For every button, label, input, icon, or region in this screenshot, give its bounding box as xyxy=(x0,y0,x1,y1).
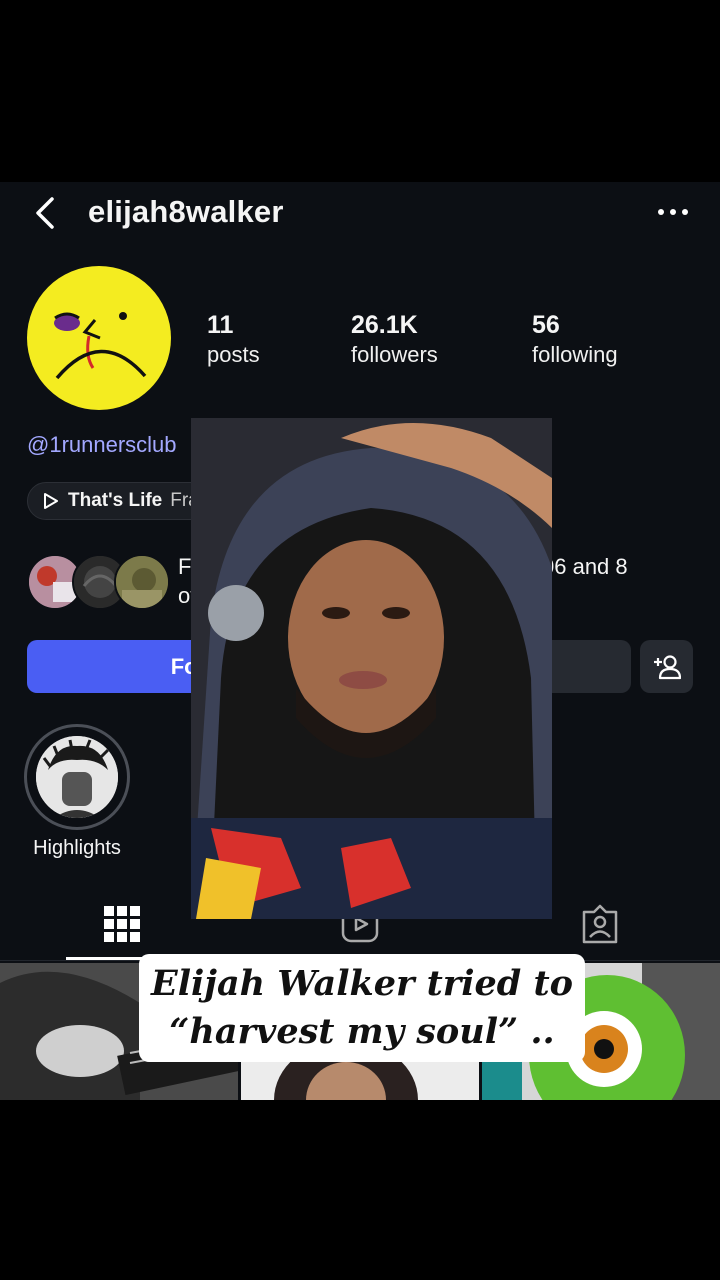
video-overlay xyxy=(191,418,552,919)
tagged-tab-icon[interactable] xyxy=(580,904,620,944)
followers-stat[interactable]: 26.1K followers xyxy=(351,310,438,370)
add-user-icon xyxy=(653,654,681,679)
highlight-label: Highlights xyxy=(33,837,121,859)
play-icon xyxy=(44,493,58,509)
followers-label: followers xyxy=(351,342,438,367)
grid-tab-icon[interactable] xyxy=(102,904,142,944)
mutual-avatar-image xyxy=(116,556,168,608)
posts-label: posts xyxy=(207,342,260,367)
more-options-icon[interactable] xyxy=(656,200,690,224)
caption-line-1: Elijah Walker tried to xyxy=(151,963,573,1004)
profile-link[interactable]: @1runnersclub xyxy=(27,432,177,458)
frowning-face-drawing xyxy=(54,312,147,380)
mutual-follower-avatar[interactable] xyxy=(114,554,170,610)
profile-avatar[interactable] xyxy=(27,266,171,410)
profile-username: elijah8walker xyxy=(88,194,284,229)
following-count: 56 xyxy=(532,311,560,339)
person-video-frame xyxy=(191,418,552,919)
following-label: following xyxy=(532,342,618,367)
highlight-cover xyxy=(36,736,118,818)
caption-line-2: “harvest my soul” .. xyxy=(169,1011,555,1052)
followers-count: 26.1K xyxy=(351,311,418,339)
followed-by-text-end: 06 and 8 xyxy=(542,554,628,579)
posts-stat[interactable]: 11 posts xyxy=(207,310,260,370)
highlight-image xyxy=(36,736,118,818)
story-highlight[interactable] xyxy=(24,724,130,830)
posts-count: 11 xyxy=(207,311,234,339)
video-caption: Elijah Walker tried to “harvest my soul”… xyxy=(139,954,585,1062)
following-stat[interactable]: 56 following xyxy=(532,310,618,370)
music-song: That's Life xyxy=(68,490,163,511)
back-chevron-icon[interactable] xyxy=(30,196,64,230)
suggest-follow-button[interactable] xyxy=(640,640,693,693)
